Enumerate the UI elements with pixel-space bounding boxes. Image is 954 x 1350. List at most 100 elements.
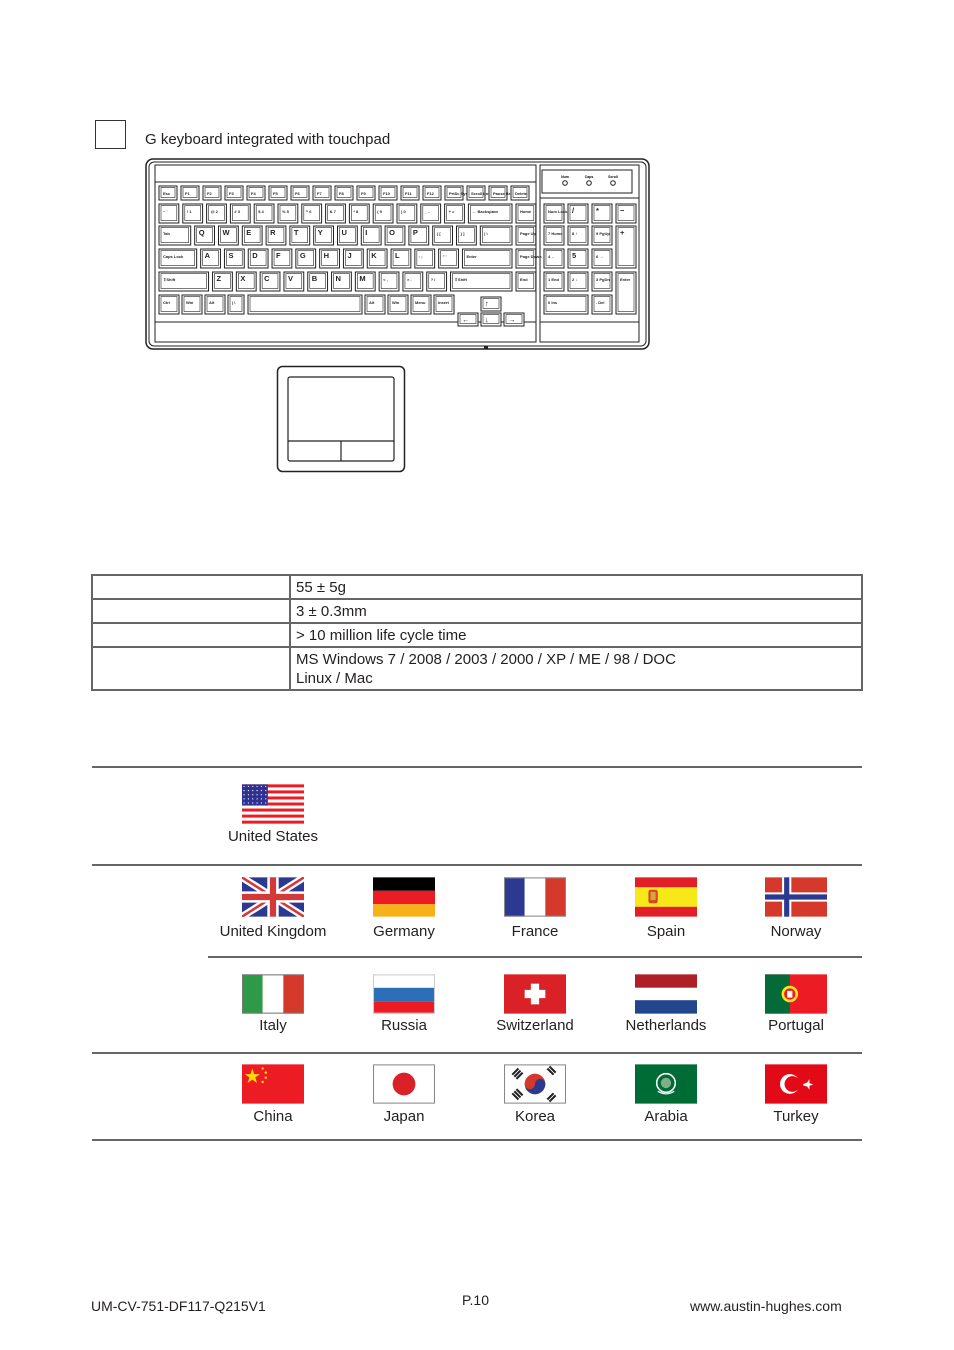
keyboard-diagram: Esc F1 F2 F3 F4 F5 F6 F7 F8 F9 F10 F11 F12 PrtSc SysR… (145, 158, 650, 350)
indicator-label: Caps (585, 175, 594, 179)
key-label: N (336, 274, 341, 283)
key: N (331, 271, 352, 292)
key-label: Insert (438, 300, 450, 305)
key-label: > . (407, 277, 412, 282)
keyboard-keys: Esc F1 F2 F3 F4 F5 F6 F7 F8 F9 F10 F11 F12 PrtSc SysR… (158, 185, 637, 327)
key-label: < , (383, 277, 388, 282)
key: + = (444, 203, 465, 224)
divider (92, 1052, 862, 1054)
key: Alt (364, 294, 386, 315)
key-label: Alt (209, 300, 215, 305)
table-row: MS Windows 7 / 2008 / 2003 / 2000 / XP /… (91, 646, 863, 691)
key: ↑ (480, 296, 502, 312)
key: Menu (410, 294, 432, 315)
key: ⇧Shift (450, 271, 513, 292)
key-label: ⇧Shift (455, 277, 468, 282)
key-label: − (620, 206, 625, 215)
key-label: A (205, 251, 211, 260)
key: O (384, 225, 406, 246)
key: F6 (290, 185, 310, 201)
divider (92, 766, 862, 768)
key-label: _ - (424, 209, 430, 214)
key: Alt (204, 294, 226, 315)
language-label: Germany (373, 923, 435, 940)
language-label: United States (227, 828, 319, 845)
key: Q (194, 225, 215, 246)
key-label: 3 PgDn (596, 277, 610, 282)
key: 5 (567, 248, 589, 269)
key: F5 (268, 185, 288, 201)
key: I (360, 225, 382, 246)
key-label: E (246, 228, 251, 237)
key: _ - (420, 203, 442, 224)
key: B (307, 271, 329, 292)
key-label: $ 4 (258, 209, 264, 214)
key: U (337, 225, 358, 246)
key-label: Alt (369, 300, 375, 305)
language-label: Turkey (773, 1108, 819, 1125)
option-checkbox[interactable] (95, 120, 126, 149)
key-label: Q (199, 228, 205, 237)
flag-ch-icon (504, 974, 566, 1014)
key: ? / (426, 271, 448, 292)
option-caption: G keyboard integrated with touchpad (145, 131, 391, 148)
key-label: D (252, 251, 258, 260)
key: 1 End (543, 271, 565, 292)
key: 3 PgDn (591, 271, 613, 292)
flag-it-icon (242, 974, 304, 1014)
key: T (289, 225, 311, 246)
key: − (615, 203, 637, 224)
flag-nl-icon (635, 974, 697, 1014)
language-label: Japan (383, 1108, 425, 1125)
key-label: Win (186, 300, 194, 305)
key-label: F7 (317, 191, 322, 196)
key: Insert (433, 294, 455, 315)
key-label: → (508, 315, 516, 324)
language-label: Arabia (644, 1108, 688, 1125)
key: M (354, 271, 376, 292)
key-label: " ' (443, 254, 447, 259)
language-label: Russia (381, 1017, 427, 1034)
key: Tab (158, 225, 192, 246)
key: F3 (224, 185, 244, 201)
key: F4 (246, 185, 266, 201)
key-label: + (620, 228, 625, 237)
website-link[interactable]: www.austin-hughes.com (690, 1298, 842, 1314)
spec-value: MS Windows 7 / 2008 / 2003 / 2000 / XP /… (289, 646, 863, 691)
key-label: Home (520, 209, 532, 214)
key-label: F6 (295, 191, 300, 196)
spec-label (91, 574, 291, 600)
key: E (241, 225, 263, 246)
key-label: F8 (339, 191, 344, 196)
key-label: Enter (620, 277, 631, 282)
key-label: Enter (466, 254, 477, 259)
key: Enter (615, 271, 637, 315)
table-row: > 10 million life cycle time (91, 622, 863, 648)
key-label: F10 (383, 191, 391, 196)
key-label: { [ (437, 231, 442, 236)
key: S (223, 248, 245, 269)
key: ) 0 (396, 203, 418, 224)
key: | \ (227, 294, 245, 315)
key: F1 (180, 185, 200, 201)
table-row: 3 ± 0.3mm (91, 598, 863, 624)
flag-ru-icon (373, 974, 435, 1014)
key: } ] (456, 225, 477, 246)
key-label: ⇧Shift (163, 277, 176, 282)
key: > . (402, 271, 424, 292)
flag-es-icon (635, 877, 697, 917)
key-label: S (228, 251, 233, 260)
key-label: 4 ← (548, 254, 555, 259)
key-label: ) 0 (401, 209, 406, 214)
language-label: France (511, 923, 559, 940)
spec-value: 55 ± 5g (289, 574, 863, 600)
key-label: X (240, 274, 245, 283)
spec-label (91, 646, 291, 691)
key: < , (378, 271, 400, 292)
language-label: Norway (770, 923, 822, 940)
key: R (265, 225, 287, 246)
key: Num Lock (543, 203, 568, 224)
key-label: P (413, 228, 418, 237)
key: 7 Home (543, 225, 565, 246)
key-label: I (365, 228, 367, 237)
